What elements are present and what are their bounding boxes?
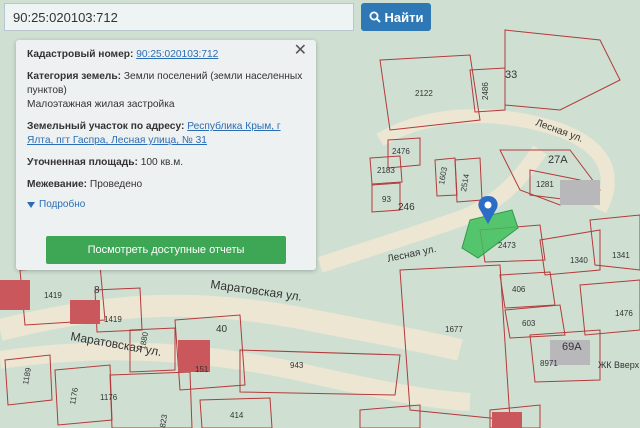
parcel-label: 2486 [481,82,490,100]
parcel-label: 151 [195,365,209,374]
parcel-label: 1419 [104,315,122,324]
cadastral-row: Кадастровый номер: 90:25:020103:712 [27,48,304,62]
parcel-label: 8 [94,285,100,296]
search-button-label: Найти [384,9,424,25]
cadastral-link[interactable]: 90:25:020103:712 [136,49,218,60]
survey-value: Проведено [89,179,143,190]
address-row: Земельный участок по адресу: Республика … [27,120,304,148]
area-label: Уточненная площадь: [27,157,138,168]
cadastral-label: Кадастровый номер: [27,49,134,60]
category-row: Категория земель: Земли поселений (земли… [27,70,304,112]
area-value: 100 кв.м. [140,157,184,168]
survey-row: Межевание: Проведено [27,178,304,192]
parcel-label: 2476 [392,147,410,156]
category-use: Малоэтажная жилая застройка [27,99,175,110]
parcel-label: 2473 [498,241,516,250]
poi-label: ЖК Вверх Дель-Мар [598,360,640,370]
more-details-label: Подробно [39,199,86,210]
area-row: Уточненная площадь: 100 кв.м. [27,156,304,170]
parcel-label: 93 [382,195,391,204]
parcel-label: 943 [290,361,304,370]
parcel-label: 406 [512,285,526,294]
chevron-down-icon [27,202,35,208]
parcel-label: 414 [230,411,244,420]
parcel-info-popup: ✕ Кадастровый номер: 90:25:020103:712 Ка… [16,40,316,270]
parcel-label: 1341 [612,251,630,260]
parcel-label: 1476 [615,309,633,318]
more-details-link[interactable]: Подробно [27,198,304,212]
parcel-label: 40 [216,324,228,335]
parcel-label: 2122 [415,89,433,98]
parcel-label: 1340 [570,256,588,265]
parcel-label: 603 [522,319,536,328]
parcel-label: 2183 [377,166,395,175]
view-reports-button[interactable]: Посмотреть доступные отчеты [46,236,286,264]
parcel-label: 1176 [100,393,118,402]
parcel-label: 246 [398,202,415,213]
parcel-label: 8971 [540,359,558,368]
parcel-label: 69А [562,341,582,353]
parcel-label: 27А [548,154,568,166]
address-label: Земельный участок по адресу: [27,121,185,132]
parcel-label: 1281 [536,180,554,189]
parcel-label: 33 [505,69,517,81]
parcel-label: 1419 [44,291,62,300]
parcel-label: 1677 [445,325,463,334]
search-input[interactable] [4,3,354,31]
category-label: Категория земель: [27,71,122,82]
survey-label: Межевание: [27,179,88,190]
search-icon [369,11,381,23]
close-icon[interactable]: ✕ [294,43,307,59]
search-button[interactable]: Найти [361,3,431,31]
